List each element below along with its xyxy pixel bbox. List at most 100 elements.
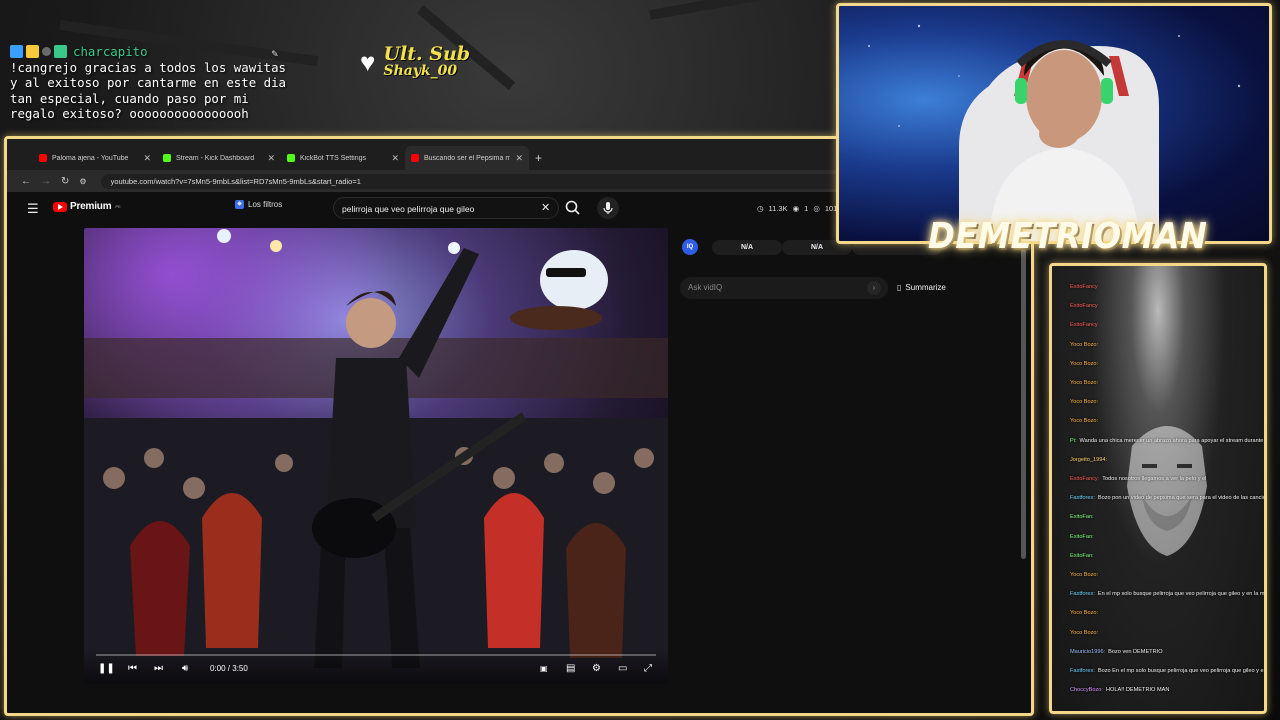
video-frame xyxy=(84,228,668,684)
chat-username: charcapito xyxy=(73,44,148,59)
kick-chat-username[interactable]: ExitoFancy xyxy=(1070,303,1098,309)
kick-chat-text: Bozo pon un video de pepsima que sera pa… xyxy=(1097,495,1267,502)
last-sub-label: Ult. Sub xyxy=(383,43,471,65)
kick-favicon-icon xyxy=(163,154,171,162)
brand-label: Premium xyxy=(70,201,112,212)
ask-vidiq-input[interactable]: Ask vidIQ xyxy=(680,277,888,299)
kick-chat-message: Yoco Bozo: xyxy=(1070,572,1101,579)
kick-chat-message: Yoco Bozo: xyxy=(1070,399,1101,406)
kick-chat-message: Mauricio1996: Bozo ven DEMETRIO xyxy=(1070,649,1163,656)
kick-chat-message: Yoco Bozo: xyxy=(1070,630,1101,637)
vidiq-badge[interactable]: IQ xyxy=(682,239,698,255)
previous-icon[interactable]: ⏮ xyxy=(128,664,137,674)
kick-chat-username[interactable]: Fastforex: xyxy=(1070,668,1095,674)
kick-chat-message: ExitoFancy xyxy=(1070,284,1101,291)
volume-icon[interactable]: 🔊︎ xyxy=(182,664,188,674)
book-icon: ▯ xyxy=(897,283,902,292)
reload-icon[interactable]: ↻ xyxy=(61,176,69,187)
clock-icon: ◷ xyxy=(757,204,764,213)
kick-chat-message: ChoccyBozo: HOLA!! DEMETRIO MAN xyxy=(1070,687,1169,694)
webcam-image xyxy=(868,24,1241,241)
kick-chat-message: Yoco Bozo: xyxy=(1070,610,1101,617)
kick-chat-username[interactable]: ExitoFancy xyxy=(1070,284,1098,290)
close-icon[interactable]: ✕ xyxy=(267,153,275,164)
close-icon[interactable]: ✕ xyxy=(515,153,523,164)
microphone-icon[interactable] xyxy=(597,197,619,219)
url-field[interactable]: youtube.com/watch?v=7sMn5-9mbLs&list=RD7… xyxy=(100,173,861,189)
kick-chat-username[interactable]: ExitoFan: xyxy=(1070,534,1094,540)
tab-kick-dashboard[interactable]: Stream - Kick Dashboard ✕ xyxy=(157,146,281,170)
kick-chat-username[interactable]: Yoco Bozo: xyxy=(1070,610,1098,616)
tab-label: Buscando ser el Pepsima más Pelirroja xyxy=(424,154,510,162)
kick-badge-icon xyxy=(54,45,67,59)
kick-chat-username[interactable]: Mauricio1996: xyxy=(1070,649,1105,655)
kick-chat-message: ExitoFancy xyxy=(1070,303,1101,310)
search-icon[interactable] xyxy=(563,198,583,218)
kick-chat-message: Fastforex: En el mp solo busque pelirroja… xyxy=(1070,591,1264,598)
tab-label: Paloma ajena - YouTube xyxy=(52,154,129,162)
summarize-button[interactable]: ▯ Summarize xyxy=(897,283,946,292)
tab-paloma-ajena[interactable]: Paloma ajena - YouTube ✕ xyxy=(33,146,157,170)
vidiq-pill-1[interactable]: N/A xyxy=(712,240,782,255)
kick-chat-message: ExitoFan: xyxy=(1070,514,1097,521)
vidiq-icon[interactable]: ▣ xyxy=(540,664,548,674)
new-tab-button[interactable]: + xyxy=(535,151,542,165)
clear-search-icon[interactable]: ✕ xyxy=(541,201,550,214)
youtube-premium-logo[interactable]: Premium PE xyxy=(53,201,121,212)
site-info-icon[interactable]: ⚙ xyxy=(79,177,86,186)
kick-chat-username[interactable]: ExitoFan: xyxy=(1070,514,1094,520)
tab-label: KickBot TTS Settings xyxy=(300,154,367,162)
tab-kickbot-tts[interactable]: KickBot TTS Settings ✕ xyxy=(281,146,405,170)
kick-chat-panel: ExitoFancy ExitoFancy ExitoFancy Yoco Bozo:… xyxy=(1049,263,1267,714)
kick-chat-username[interactable]: Fastforex: xyxy=(1070,591,1095,597)
progress-bar[interactable] xyxy=(96,654,656,656)
filters-label: Los filtros xyxy=(248,200,283,209)
kick-chat-text: Todos nosotros llegamos a ver la pelo y … xyxy=(1102,476,1207,482)
kick-chat-username[interactable]: Yoco Bozo: xyxy=(1070,399,1098,405)
kick-chat-text: Wanda una chica merecer un abrazo ahora … xyxy=(1079,437,1264,444)
time-display: 0:00 / 3:50 xyxy=(210,664,248,673)
subtitles-icon[interactable]: ▤ xyxy=(566,664,575,674)
theater-mode-icon[interactable]: ▭ xyxy=(618,664,627,674)
close-icon[interactable]: ✕ xyxy=(391,153,399,164)
ring-icon: ◎ xyxy=(813,204,820,213)
kick-chat-username[interactable]: ExitoFancy: xyxy=(1070,476,1099,482)
kick-chat-text: Bozo ven DEMETRIO xyxy=(1108,648,1163,655)
kick-chat-message: ExitoFan: xyxy=(1070,534,1097,541)
kick-chat-username[interactable]: ExitoFan: xyxy=(1070,553,1094,559)
kick-chat-username[interactable]: Jorgeito_1994: xyxy=(1070,457,1107,463)
kick-chat-username[interactable]: Yoco Bozo: xyxy=(1070,630,1098,636)
close-icon[interactable]: ✕ xyxy=(143,153,151,164)
fullscreen-icon[interactable]: ⤢ xyxy=(644,664,652,674)
hamburger-menu-icon[interactable]: ☰ xyxy=(27,201,39,217)
kick-chat-username[interactable]: Yoco Bozo: xyxy=(1070,380,1098,386)
kick-chat-username[interactable]: Fastforex: xyxy=(1070,495,1095,501)
tab-label: Stream - Kick Dashboard xyxy=(176,154,255,162)
eye-icon: ◉ xyxy=(792,204,800,213)
badge-icon xyxy=(10,45,23,59)
vidiq-stats: ◷ 11.3K ◉ 1 ◎ 101 xyxy=(757,204,837,213)
kick-chat-text: Bozo En el mp solo busque pelirroja que … xyxy=(1097,668,1267,674)
kick-chat-username[interactable]: ChoccyBozo: xyxy=(1070,687,1103,693)
pinned-chat-message: charcapito ✎ !cangrejo gracias a todos l… xyxy=(10,44,300,122)
kick-favicon-icon xyxy=(287,154,295,162)
back-icon[interactable]: ← xyxy=(21,176,31,187)
forward-icon[interactable]: → xyxy=(41,176,51,187)
kick-chat-username[interactable]: Yoco Bozo: xyxy=(1070,361,1098,367)
region-label: PE xyxy=(115,204,121,209)
settings-gear-icon[interactable]: ⚙ xyxy=(592,664,601,674)
kick-chat-username[interactable]: Yoco Bozo: xyxy=(1070,572,1098,578)
search-input[interactable]: pelirroja que veo pelirroja que gileo xyxy=(333,197,559,219)
kick-chat-username[interactable]: Yoco Bozo: xyxy=(1070,418,1098,424)
kick-chat-username[interactable]: Pi: xyxy=(1070,438,1077,444)
video-player[interactable]: ❚❚ ⏮ ⏭ 🔊︎ 0:00 / 3:50 ▣ ▤ ⚙ ▭ ⤢ xyxy=(84,228,668,684)
pause-icon[interactable]: ❚❚ xyxy=(98,664,115,674)
next-icon[interactable]: ⏭ xyxy=(154,664,163,674)
kick-chat-username[interactable]: Yoco Bozo: xyxy=(1070,342,1098,348)
stat-viewers: 1 xyxy=(804,204,809,213)
filters-button[interactable]: ◆ Los filtros xyxy=(235,200,282,209)
kick-chat-username[interactable]: ExitoFancy xyxy=(1070,322,1098,328)
tab-active-video[interactable]: Buscando ser el Pepsima más Pelirroja ✕ xyxy=(405,146,529,170)
send-arrow-icon[interactable]: › xyxy=(867,281,881,295)
kick-chat-message: Jorgeito_1994: xyxy=(1070,457,1110,464)
